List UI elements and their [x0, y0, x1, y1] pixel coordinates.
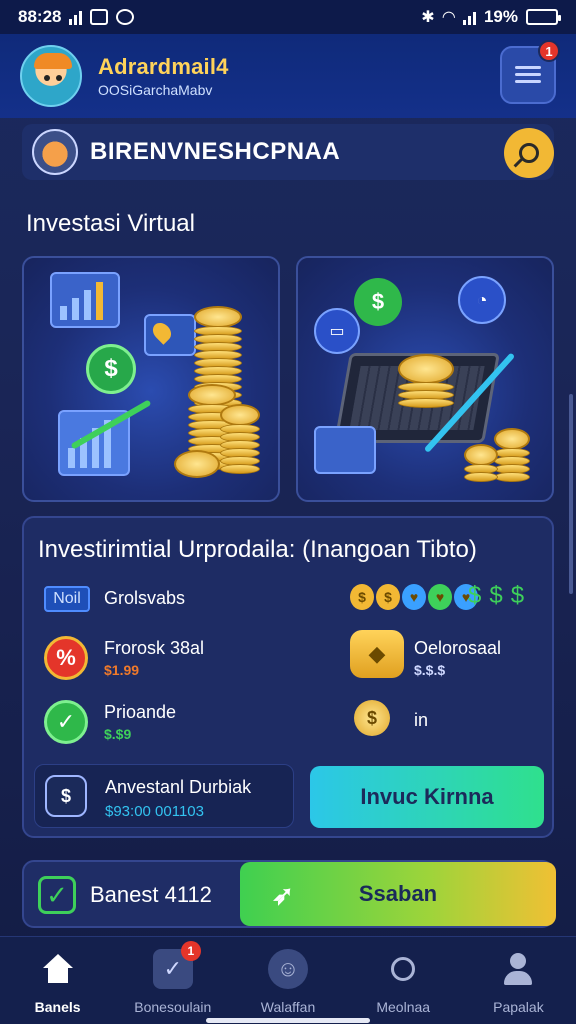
sub-card-title: Anvestanl Durbiak	[105, 777, 252, 797]
action-bar: ✓ Banest 4112 ➶ Ssaban	[22, 860, 556, 928]
sub-card-value: $93:00 001103	[105, 803, 204, 820]
row-label-1: Grolsvabs	[104, 588, 186, 608]
wifi-icon: ◠	[442, 9, 455, 26]
header-titles: Adrardmail4 OOSiGarchaMabv	[98, 54, 229, 98]
row-value-2: $1.99	[104, 662, 140, 678]
invest-button[interactable]: Invuc Kirnna	[310, 766, 544, 828]
notification-badge: 1	[538, 40, 560, 62]
cell-signal-icon	[462, 9, 476, 25]
bluetooth-icon: ✱	[421, 9, 435, 26]
coin-row-icons: $ $ ♥ ♥ ♥	[350, 584, 478, 610]
nav-item-home[interactable]: Banels	[0, 937, 115, 1024]
new-tag: Noil	[44, 586, 90, 612]
action-button-label: Ssaban	[358, 881, 438, 906]
dollar-circle-icon: $	[86, 344, 136, 394]
face-icon: ☺	[268, 949, 308, 989]
nav-label: Banels	[34, 999, 81, 1015]
checkbox-icon[interactable]: ✓	[38, 876, 76, 914]
nav-label: Meolnaa	[376, 999, 431, 1015]
search-nav-icon	[383, 949, 423, 989]
nav-badge: 1	[180, 941, 201, 961]
app-subtitle: OOSiGarchaMabv	[98, 82, 213, 98]
shop-name: BIRENVNESHCPNAA	[90, 138, 341, 165]
gallery-icon	[90, 9, 109, 25]
nav-item-tasks[interactable]: ✓ 1 Bonesoulain	[115, 937, 230, 1024]
bottom-nav: Banels ✓ 1 Bonesoulain ☺ Walaffan Meolna…	[0, 936, 576, 1024]
status-left: 88:28	[18, 7, 135, 27]
search-icon	[519, 143, 539, 163]
row-label-2[interactable]: Frorosk 38al	[104, 638, 204, 659]
card-icon	[314, 426, 376, 474]
investment-panel: Investirimtial Urprodaila: (Inangoan Tib…	[22, 516, 554, 838]
home-icon	[38, 949, 78, 989]
user-icon	[498, 949, 538, 989]
row-label-3[interactable]: Prioande	[104, 702, 176, 723]
nav-item-account[interactable]: Papalak	[461, 937, 576, 1024]
chart-icon	[50, 272, 120, 328]
check-circle-icon: ✓	[44, 700, 88, 744]
scrollbar[interactable]	[569, 394, 573, 594]
money-bubble-icon: $	[354, 278, 402, 326]
app-header: Adrardmail4 OOSiGarchaMabv 1	[0, 34, 576, 118]
promo-card-trading[interactable]: $ ▭ ◔	[296, 256, 554, 502]
row-value-4: $.$.$	[414, 662, 446, 678]
shop-bar[interactable]: BIRENVNESHCPNAA	[22, 124, 554, 180]
chart-bubble-icon: ◔	[458, 276, 506, 324]
wallet-icon: ▭	[314, 308, 360, 354]
cap-shape	[34, 53, 72, 69]
dollar-icons: $ $ $	[468, 582, 525, 609]
treasure-icon: ◆	[350, 630, 404, 678]
status-bar: 88:28 ✱ ◠ 19%	[0, 0, 576, 34]
nav-label: Papalak	[493, 999, 544, 1015]
nav-item-profile-face[interactable]: ☺ Walaffan	[230, 937, 345, 1024]
section-title: Investasi Virtual	[26, 210, 195, 237]
coin-stack-icon	[494, 428, 530, 482]
coin-key-icon: $	[354, 700, 390, 736]
coin-stack-icon	[220, 404, 260, 474]
action-button[interactable]: ➶ Ssaban	[240, 862, 556, 926]
investment-icon: $	[45, 775, 87, 817]
signal-icon	[69, 9, 83, 25]
location-pin-icon	[144, 314, 196, 356]
document-icon	[513, 60, 543, 90]
notifications-button[interactable]: 1	[500, 40, 560, 104]
promo-card-growth[interactable]: $	[22, 256, 280, 502]
discount-icon: %	[44, 636, 88, 680]
coin-icon	[398, 354, 454, 408]
bird-icon: ➶	[272, 880, 294, 910]
search-button[interactable]	[504, 128, 554, 178]
app-notification-icon	[116, 9, 135, 25]
invest-panel-title: Investirimtial Urprodaila: (Inangoan Tib…	[38, 536, 477, 563]
row-label-4[interactable]: Oelorosaal	[414, 638, 501, 659]
row-value-3: $.$9	[104, 726, 132, 742]
shop-avatar	[32, 129, 78, 175]
app-title: Adrardmail4	[98, 54, 229, 79]
invest-summary-card[interactable]: $ Anvestanl Durbiak $93:00 001103	[34, 764, 294, 828]
home-indicator[interactable]	[206, 1018, 370, 1023]
clock: 88:28	[18, 7, 62, 26]
mascot-avatar[interactable]	[20, 45, 82, 107]
coin-icon	[174, 450, 220, 478]
battery-percent: 19%	[483, 7, 518, 26]
checklist-icon: ✓ 1	[152, 941, 201, 989]
coin-stack-icon	[464, 444, 498, 482]
nav-label: Bonesoulain	[134, 999, 212, 1015]
battery-icon	[526, 9, 561, 25]
status-right: ✱ ◠ 19%	[421, 7, 561, 27]
row-label-5: in	[414, 710, 429, 730]
nav-item-search[interactable]: Meolnaa	[346, 937, 461, 1024]
nav-label: Walaffan	[260, 999, 316, 1015]
action-label: Banest 4112	[90, 882, 212, 907]
